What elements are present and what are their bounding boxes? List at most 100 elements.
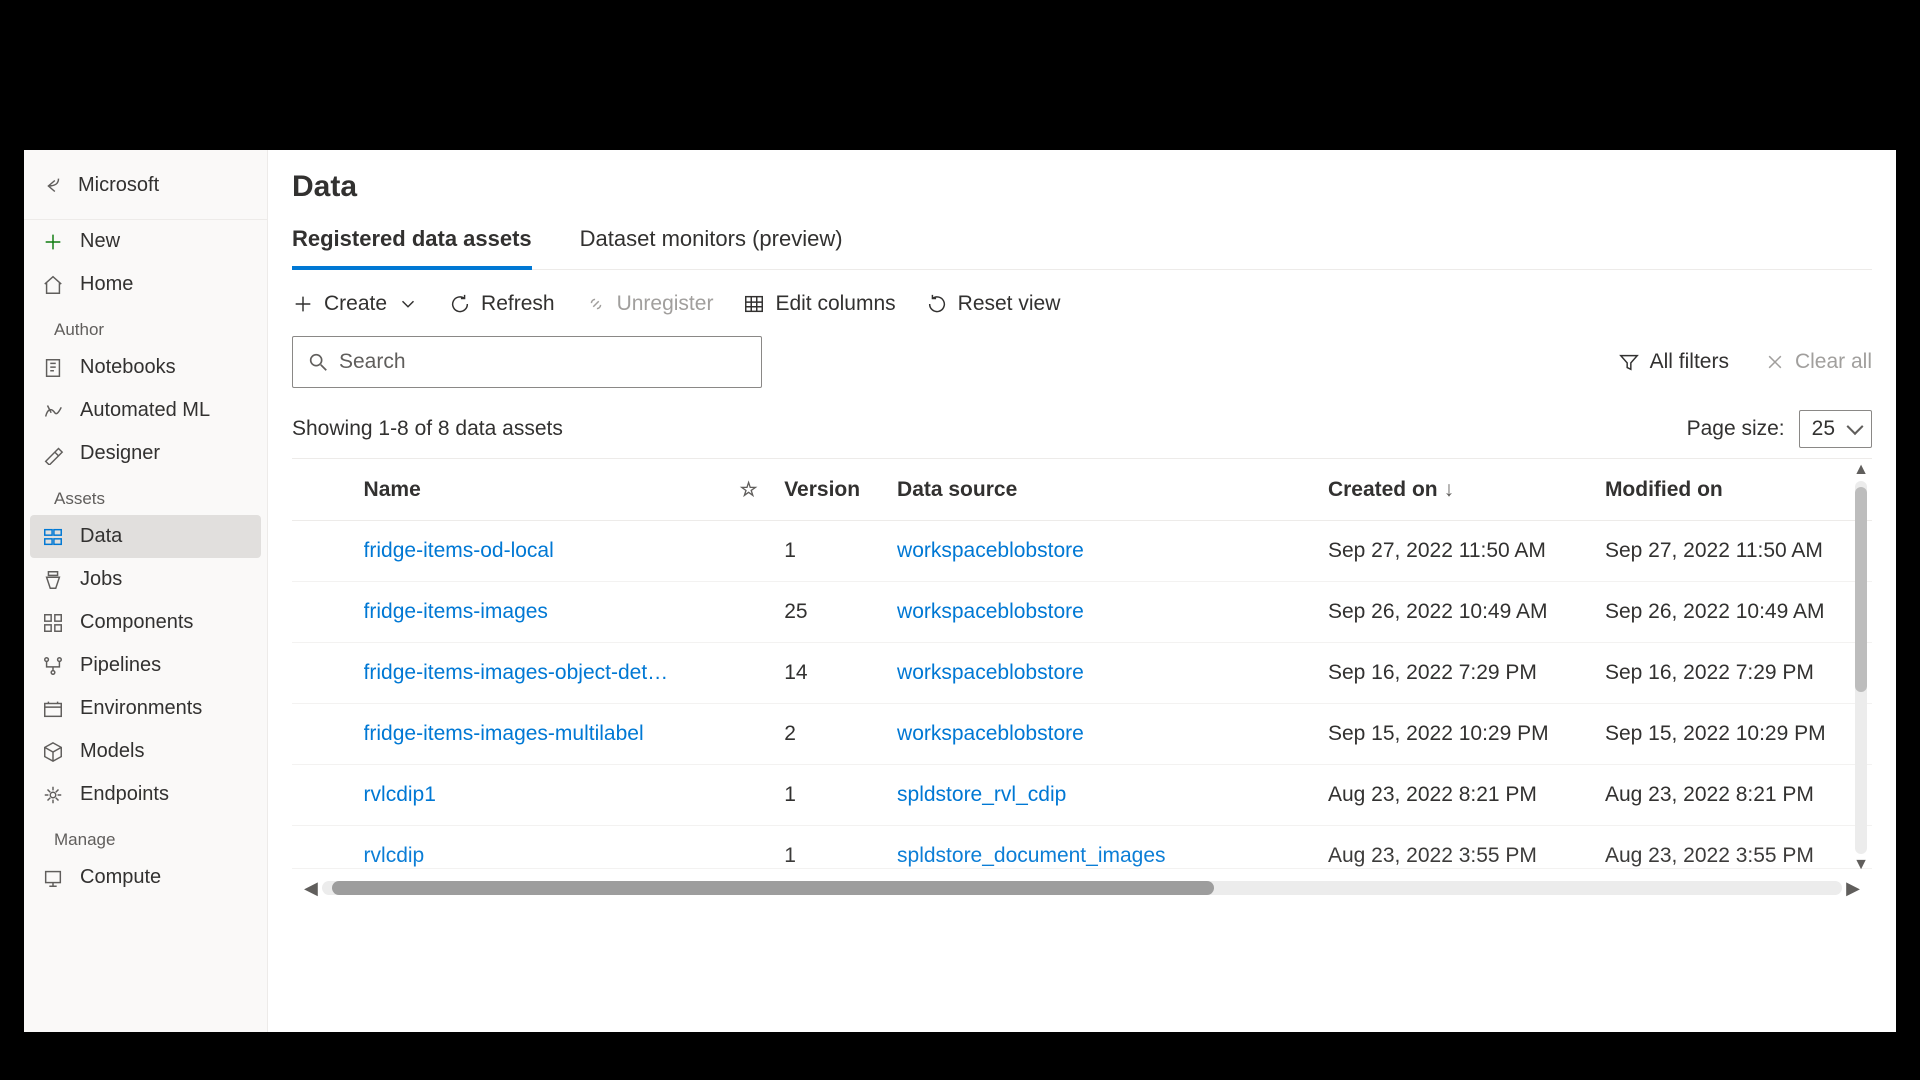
jobs-icon — [42, 569, 64, 591]
sidebar-item-new[interactable]: New — [24, 220, 267, 263]
environments-icon — [42, 698, 64, 720]
table-row[interactable]: fridge-items-od-local1workspaceblobstore… — [292, 521, 1872, 582]
asset-name-link[interactable]: rvlcdip — [364, 844, 704, 868]
column-favorite[interactable]: ☆ — [723, 459, 774, 521]
horizontal-scrollbar[interactable]: ◀ ▶ — [292, 878, 1872, 898]
reset-view-button[interactable]: Reset view — [926, 292, 1061, 316]
edit-columns-button[interactable]: Edit columns — [743, 292, 895, 316]
unlink-icon — [585, 293, 607, 315]
sidebar-item-label: Automated ML — [80, 399, 210, 422]
models-icon — [42, 741, 64, 763]
scroll-left-icon[interactable]: ◀ — [300, 878, 322, 899]
column-checkbox[interactable] — [292, 459, 354, 521]
table-row[interactable]: fridge-items-images-multilabel 2 workspace… — [292, 704, 1872, 765]
hscroll-track[interactable] — [322, 881, 1842, 895]
workspace-name: Microsoft — [78, 174, 159, 197]
vscroll-thumb[interactable] — [1855, 487, 1867, 692]
sidebar-item-label: Designer — [80, 442, 160, 465]
column-name[interactable]: Name — [354, 459, 723, 521]
reset-view-label: Reset view — [958, 292, 1061, 316]
page-size-value: 25 — [1812, 417, 1835, 440]
sidebar-item-environments[interactable]: Environments — [24, 687, 267, 730]
scroll-right-icon[interactable]: ▶ — [1842, 878, 1864, 899]
data-source-link[interactable]: spldstore_document_images — [897, 844, 1166, 867]
search-input[interactable] — [339, 350, 747, 374]
sidebar-item-label: Home — [80, 273, 133, 296]
sidebar-item-data[interactable]: Data — [30, 515, 261, 558]
clear-all-label: Clear all — [1795, 350, 1872, 374]
all-filters-button[interactable]: All filters — [1618, 350, 1729, 374]
modified-on: Aug 23, 2022 3:55 PM — [1595, 826, 1872, 869]
sidebar-item-automl[interactable]: Automated ML — [24, 389, 267, 432]
table-row[interactable]: fridge-items-images-object-det…14workspa… — [292, 643, 1872, 704]
data-source-link[interactable]: spldstore_rvl_cdip — [897, 783, 1066, 806]
close-icon — [1765, 352, 1785, 372]
star-icon: ☆ — [740, 479, 758, 501]
sidebar-item-jobs[interactable]: Jobs — [24, 558, 267, 601]
table-row[interactable]: rvlcdip1spldstore_document_imagesAug 23,… — [292, 826, 1872, 869]
hscroll-thumb[interactable] — [332, 881, 1214, 895]
designer-icon — [42, 443, 64, 465]
page-size-select[interactable]: 25 — [1799, 410, 1872, 448]
column-created-on[interactable]: Created on↓ — [1318, 459, 1595, 521]
refresh-button[interactable]: Refresh — [449, 292, 555, 316]
modified-on: Sep 26, 2022 10:49 AM — [1595, 582, 1872, 643]
scroll-down-icon[interactable]: ▼ — [1853, 854, 1869, 876]
unregister-button[interactable]: Unregister — [585, 292, 714, 316]
scroll-up-icon[interactable]: ▲ — [1853, 459, 1869, 481]
asset-name-link[interactable]: fridge-items-images — [364, 600, 704, 624]
sidebar-item-label: Compute — [80, 866, 161, 889]
clear-all-button[interactable]: Clear all — [1765, 350, 1872, 374]
sidebar-item-notebooks[interactable]: Notebooks — [24, 346, 267, 389]
created-on: Sep 16, 2022 7:29 PM — [1318, 643, 1595, 704]
sidebar-item-endpoints[interactable]: Endpoints — [24, 773, 267, 816]
column-version[interactable]: Version — [774, 459, 887, 521]
sidebar-item-label: Jobs — [80, 568, 122, 591]
column-data-source[interactable]: Data source — [887, 459, 1318, 521]
sidebar-item-compute[interactable]: Compute — [24, 856, 267, 889]
column-modified-on[interactable]: Modified on — [1595, 459, 1872, 521]
tab-dataset-monitors[interactable]: Dataset monitors (preview) — [580, 218, 843, 269]
search-icon — [307, 351, 329, 373]
table-row[interactable]: rvlcdip11spldstore_rvl_cdipAug 23, 2022 … — [292, 765, 1872, 826]
data-source-link[interactable]: workspaceblobstore — [897, 661, 1084, 684]
vscroll-track[interactable] — [1855, 481, 1867, 854]
sidebar-item-home[interactable]: Home — [24, 263, 267, 306]
sidebar-section-manage: Manage — [24, 816, 267, 856]
create-button[interactable]: Create — [292, 292, 419, 316]
refresh-icon — [449, 293, 471, 315]
modified-on: Aug 23, 2022 8:21 PM — [1595, 765, 1872, 826]
vertical-scrollbar[interactable]: ▲ ▼ — [1852, 459, 1870, 876]
created-on: Sep 26, 2022 10:49 AM — [1318, 582, 1595, 643]
sidebar-item-label: Endpoints — [80, 783, 169, 806]
sidebar-item-designer[interactable]: Designer — [24, 432, 267, 475]
sidebar-item-label: Data — [80, 525, 122, 548]
asset-name-link[interactable]: fridge-items-od-local — [364, 539, 704, 563]
sidebar-item-label: Pipelines — [80, 654, 161, 677]
chevron-down-icon — [397, 293, 419, 315]
main-content: Data Registered data assets Dataset moni… — [268, 150, 1896, 1032]
back-arrow-icon — [42, 175, 64, 197]
sidebar-item-pipelines[interactable]: Pipelines — [24, 644, 267, 687]
tab-registered-data-assets[interactable]: Registered data assets — [292, 218, 532, 270]
components-icon — [42, 612, 64, 634]
asset-version: 2 — [774, 704, 887, 765]
data-source-link[interactable]: workspaceblobstore — [897, 722, 1084, 745]
search-input-wrapper[interactable] — [292, 336, 762, 388]
sidebar-item-models[interactable]: Models — [24, 730, 267, 773]
workspace-switcher[interactable]: Microsoft — [24, 160, 267, 220]
results-count: Showing 1-8 of 8 data assets — [292, 417, 563, 441]
table-row[interactable]: fridge-items-images25workspaceblobstoreS… — [292, 582, 1872, 643]
asset-name-link[interactable]: rvlcdip1 — [364, 783, 704, 807]
asset-name-link[interactable]: fridge-items-images-object-det… — [364, 661, 704, 685]
modified-on: Sep 16, 2022 7:29 PM — [1595, 643, 1872, 704]
data-source-link[interactable]: workspaceblobstore — [897, 539, 1084, 562]
sidebar-item-label: Models — [80, 740, 144, 763]
all-filters-label: All filters — [1650, 350, 1729, 374]
data-source-link[interactable]: workspaceblobstore — [897, 600, 1084, 623]
page-title: Data — [292, 170, 1872, 204]
plus-icon — [42, 231, 64, 253]
asset-name-link[interactable]: fridge-items-images-multilabel — [364, 722, 704, 746]
sort-desc-icon: ↓ — [1444, 478, 1455, 501]
sidebar-item-components[interactable]: Components — [24, 601, 267, 644]
